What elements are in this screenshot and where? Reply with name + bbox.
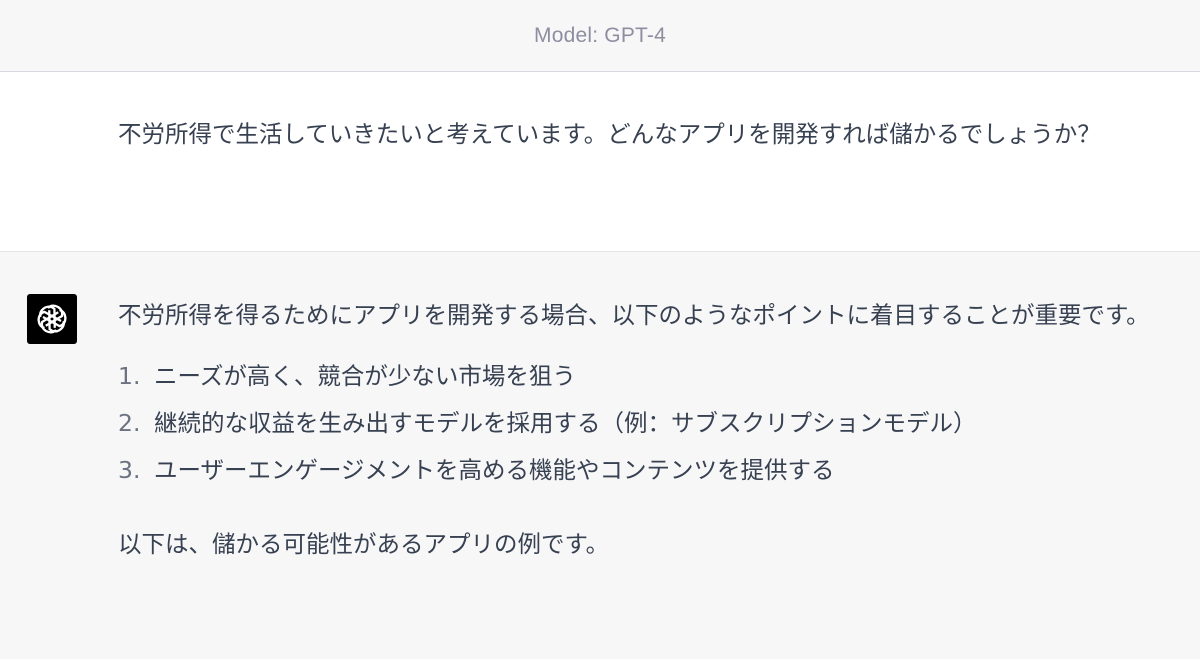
model-label: Model: GPT-4 — [534, 23, 666, 47]
user-message: 不労所得で生活していきたいと考えています。どんなアプリを開発すれば儲かるでしょう… — [0, 72, 1200, 252]
list-number: 2. — [118, 409, 141, 437]
points-list: 1. ニーズが高く、競合が少ない市場を狙う 2. 継続的な収益を生み出すモデルを… — [118, 353, 1180, 494]
list-text: ニーズが高く、競合が少ない市場を狙う — [154, 362, 576, 390]
assistant-outro: 以下は、儲かる可能性があるアプリの例です。 — [118, 530, 610, 558]
list-text: 継続的な収益を生み出すモデルを採用する（例：サブスクリプションモデル） — [154, 409, 977, 437]
list-item: 3. ユーザーエンゲージメントを高める機能やコンテンツを提供する — [118, 447, 1180, 494]
chat-page: Model: GPT-4 不労所得で生活していきたいと考えています。どんなアプリ… — [0, 0, 1200, 659]
list-item: 2. 継続的な収益を生み出すモデルを採用する（例：サブスクリプションモデル） — [118, 400, 1180, 447]
assistant-intro: 不労所得を得るためにアプリを開発する場合、以下のようなポイントに着目することが重… — [118, 301, 1150, 329]
openai-logo-svg — [37, 304, 67, 334]
list-number: 1. — [118, 362, 141, 390]
model-header: Model: GPT-4 — [0, 0, 1200, 72]
assistant-message: 不労所得を得るためにアプリを開発する場合、以下のようなポイントに着目することが重… — [0, 252, 1200, 659]
list-item: 1. ニーズが高く、競合が少ない市場を狙う — [118, 353, 1180, 400]
user-message-text: 不労所得で生活していきたいと考えています。どんなアプリを開発すれば儲かるでしょう… — [118, 120, 1101, 148]
list-text: ユーザーエンゲージメントを高める機能やコンテンツを提供する — [154, 456, 835, 484]
list-number: 3. — [118, 456, 141, 484]
assistant-message-content: 不労所得を得るためにアプリを開発する場合、以下のようなポイントに着目することが重… — [118, 291, 1180, 568]
openai-logo-icon — [27, 294, 77, 344]
